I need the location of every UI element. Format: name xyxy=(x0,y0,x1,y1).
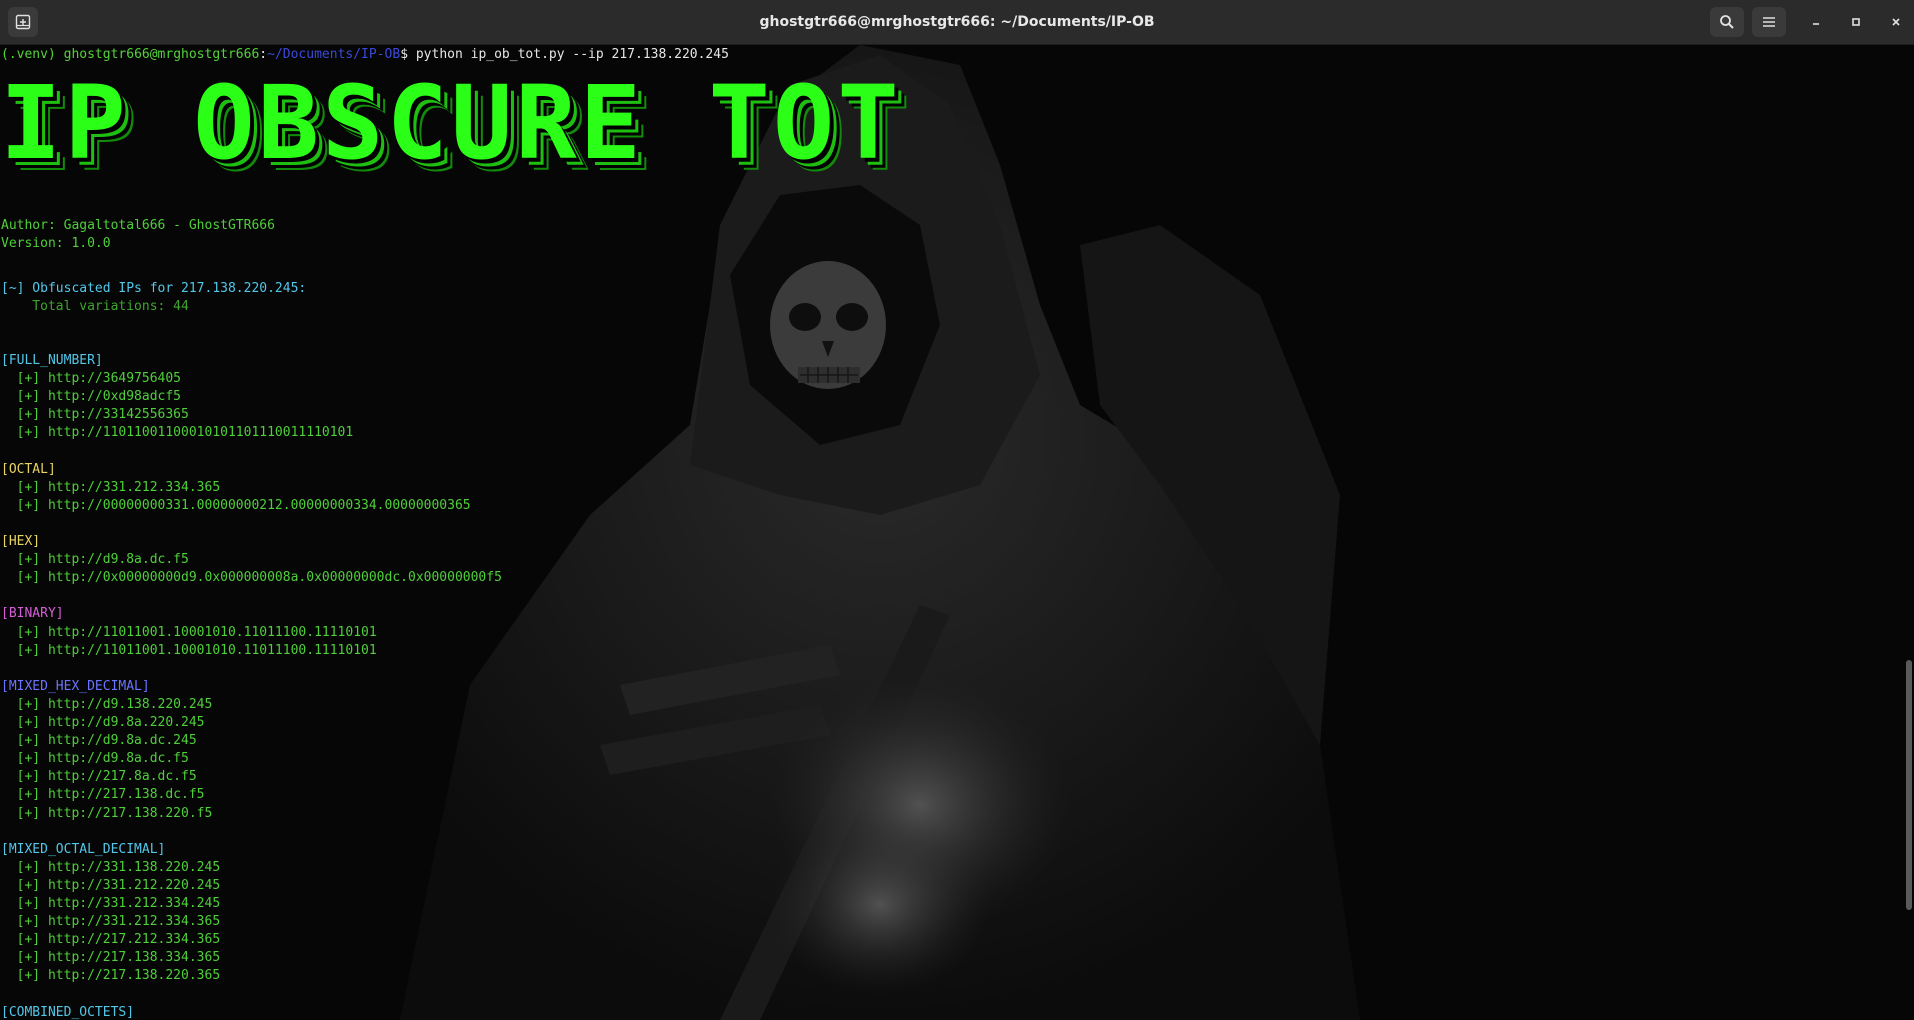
prompt-venv: (.venv) xyxy=(1,47,64,62)
version-line: Version: 1.0.0 xyxy=(1,236,111,251)
prompt-separator: : xyxy=(259,47,268,62)
close-button[interactable] xyxy=(1884,10,1908,34)
summary-heading: [~] Obfuscated IPs for 217.138.220.245: xyxy=(1,281,307,296)
output-url-line: [+] http://d9.138.220.245 xyxy=(1,696,213,712)
output-url-line: [+] http://331.212.334.245 xyxy=(1,896,221,911)
output-url-line: [+] http://d9.8a.dc.f5 xyxy=(1,751,189,767)
output-url-line: [+] http://11011001.10001010.11011100.11… xyxy=(1,642,377,658)
output-url-line: [+] http://331.212.334.365 xyxy=(1,914,221,930)
minimize-icon xyxy=(1813,23,1819,25)
menu-button[interactable] xyxy=(1752,7,1786,37)
minimize-button[interactable] xyxy=(1804,10,1828,34)
output-url-line: [+] http://0x00000000d9.0x000000008a.0x0… xyxy=(1,570,502,586)
background-skull-figure xyxy=(400,45,1360,1020)
output-url-line: [+] http://217.8a.dc.f5 xyxy=(1,769,197,785)
output-url-line: [+] http://00000000331.00000000212.00000… xyxy=(1,497,471,513)
output-url-line: [+] http://33142556365 xyxy=(1,407,189,423)
output-url-line: [+] http://331.212.334.365 xyxy=(1,479,221,495)
section-heading: [FULL_NUMBER] xyxy=(1,353,103,368)
output-url-line: [+] http://11011001100010101101110011110… xyxy=(1,425,354,441)
output-url-line: [+] http://217.138.220.f5 xyxy=(1,805,213,821)
prompt-line: (.venv) ghostgtr666@mrghostgtr666:~/Docu… xyxy=(1,46,729,64)
search-button[interactable] xyxy=(1710,7,1744,37)
author-line: Author: Gagaltotal666 - GhostGTR666 xyxy=(1,218,275,233)
close-icon xyxy=(1892,18,1900,26)
scrollbar[interactable] xyxy=(1904,45,1914,1020)
prompt-user: ghostgtr666@mrghostgtr666 xyxy=(63,47,260,62)
section-heading: [OCTAL] xyxy=(1,461,56,477)
output-url-line: [+] http://217.212.334.365 xyxy=(1,932,221,948)
ascii-banner: IP OBSCURE TOT xyxy=(0,64,902,183)
output-url-line: [+] http://d9.8a.dc.245 xyxy=(1,733,197,749)
terminal-window: ghostgtr666@mrghostgtr666: ~/Documents/I… xyxy=(0,0,1914,1020)
output-url-line: [+] http://217.138.dc.f5 xyxy=(1,787,205,803)
output-url-line: [+] http://217.138.220.365 xyxy=(1,968,221,984)
summary-total: Total variations: 44 xyxy=(1,299,189,314)
output-url-line: [+] http://331.138.220.245 xyxy=(1,859,221,875)
search-icon xyxy=(1720,15,1734,29)
hamburger-menu-icon xyxy=(1763,17,1775,27)
terminal-area[interactable]: (.venv) ghostgtr666@mrghostgtr666:~/Docu… xyxy=(0,45,1914,1020)
output-url-line: [+] http://331.212.220.245 xyxy=(1,877,221,893)
section-heading: [HEX] xyxy=(1,534,41,549)
new-tab-icon xyxy=(15,14,31,30)
maximize-icon xyxy=(1852,18,1860,26)
new-tab-button[interactable] xyxy=(8,7,38,37)
section-heading: [BINARY] xyxy=(1,606,64,622)
prompt-dollar: $ xyxy=(400,47,416,62)
output-url-line: [+] http://d9.8a.220.245 xyxy=(1,715,205,730)
output-url-line: [+] http://0xd98adcf5 xyxy=(1,389,182,405)
output-url-line: [+] http://11011001.10001010.11011100.11… xyxy=(1,624,377,640)
prompt-command: python ip_ob_tot.py --ip 217.138.220.245 xyxy=(415,47,729,62)
section-heading: [MIXED_OCTAL_DECIMAL] xyxy=(1,841,166,857)
scrollbar-thumb[interactable] xyxy=(1906,660,1912,910)
output-url-line: [+] http://d9.8a.dc.f5 xyxy=(1,552,189,568)
output-url-line: [+] http://217.138.334.365 xyxy=(1,950,221,966)
output-url-line: [+] http://3649756405 xyxy=(1,371,182,387)
section-heading: [COMBINED_OCTETS] xyxy=(1,1004,135,1020)
maximize-button[interactable] xyxy=(1844,10,1868,34)
title-bar: ghostgtr666@mrghostgtr666: ~/Documents/I… xyxy=(0,0,1914,45)
prompt-path: ~/Documents/IP-OB xyxy=(267,47,401,62)
window-title: ghostgtr666@mrghostgtr666: ~/Documents/I… xyxy=(759,14,1155,30)
section-heading: [MIXED_HEX_DECIMAL] xyxy=(1,678,150,694)
